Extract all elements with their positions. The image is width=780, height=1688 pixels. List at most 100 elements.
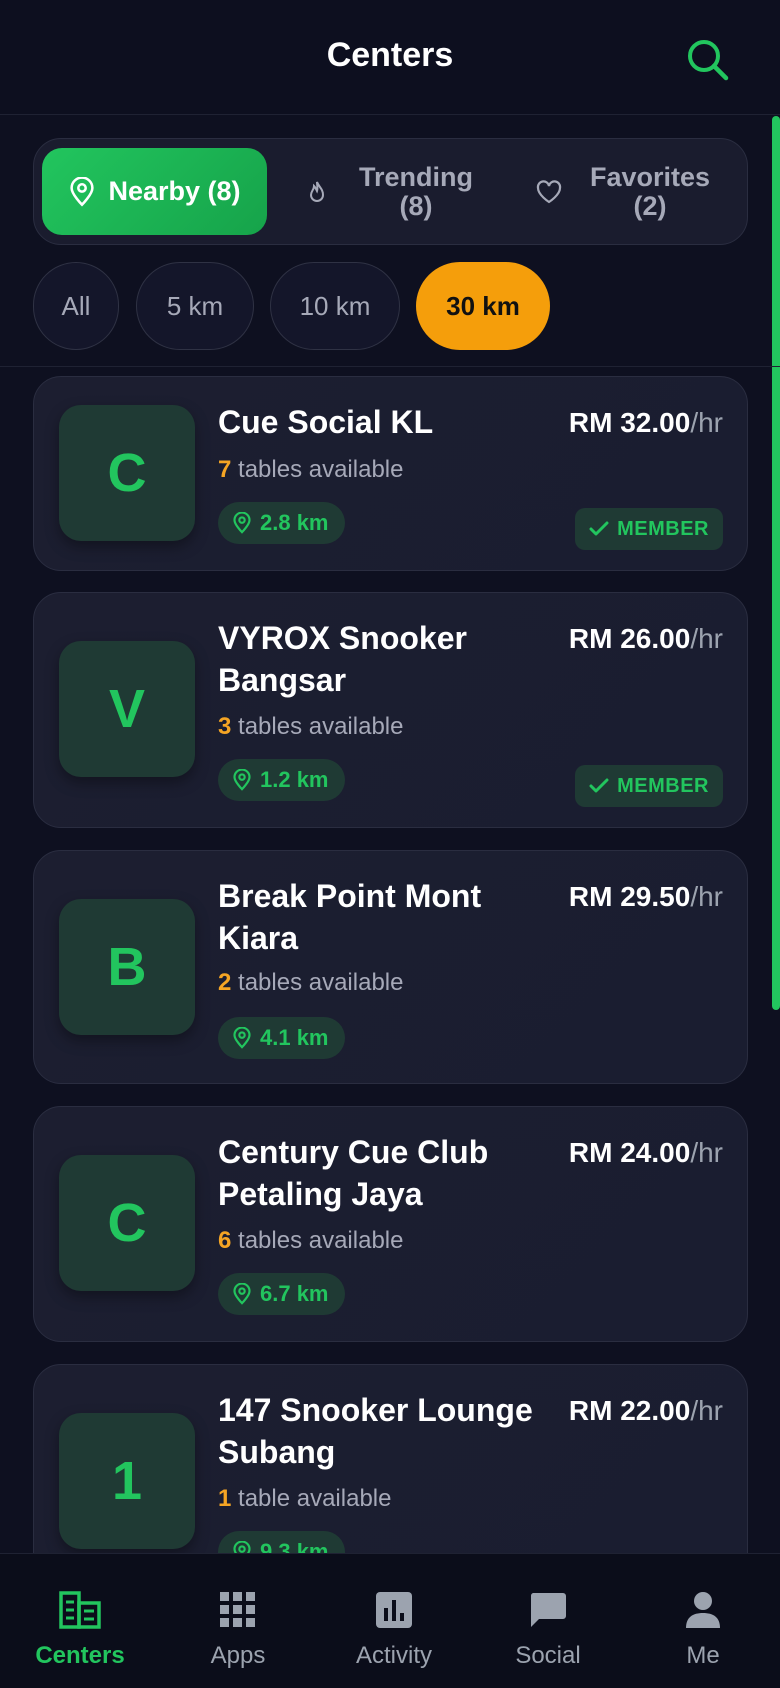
nav-apps-label: Apps [210, 1642, 266, 1669]
distance-badge: 1.2 km [218, 759, 345, 801]
tables-available: 2 tables available [218, 969, 403, 997]
distance-value: 1.2 km [260, 767, 329, 792]
location-pin-icon [233, 1283, 251, 1305]
search-button[interactable] [684, 36, 732, 84]
distance-badge: 9.3 km [218, 1531, 345, 1553]
member-badge: MEMBER [575, 508, 723, 550]
filter-10km[interactable]: 10 km [270, 262, 400, 350]
person-icon [686, 1592, 720, 1628]
tables-available: 3 tables available [218, 713, 403, 741]
tables-count: 3 [218, 713, 232, 740]
center-list: C Cue Social KL RM 32.00/hr 7 tables ava… [0, 367, 780, 1553]
bar-chart-icon [376, 1592, 412, 1628]
price-unit: /hr [690, 881, 723, 912]
distance-value: 2.8 km [260, 510, 329, 535]
tables-count: 2 [218, 969, 232, 996]
price-unit: /hr [690, 1395, 723, 1426]
center-price: RM 24.00/hr [569, 1137, 723, 1169]
center-card[interactable]: 1 147 Snooker Lounge Subang RM 22.00/hr … [33, 1364, 748, 1553]
center-price: RM 32.00/hr [569, 407, 723, 439]
tab-favorites-label: Favorites (2) [589, 162, 711, 221]
price-amount: RM 29.50 [568, 881, 691, 912]
distance-value: 9.3 km [260, 1539, 329, 1553]
member-badge: MEMBER [575, 765, 723, 807]
location-pin-icon [233, 1027, 251, 1049]
filter-30km[interactable]: 30 km [416, 262, 550, 350]
tables-available: 7 tables available [218, 456, 403, 484]
center-card[interactable]: C Cue Social KL RM 32.00/hr 7 tables ava… [33, 376, 748, 571]
price-amount: RM 24.00 [568, 1137, 691, 1168]
flame-icon [309, 181, 325, 202]
price-amount: RM 26.00 [568, 623, 691, 654]
page-title: Centers [326, 36, 454, 74]
tables-count: 7 [218, 456, 232, 483]
center-name: Century Cue Club Petaling Jaya [218, 1134, 489, 1212]
center-name: Break Point Mont Kiara [218, 878, 482, 956]
location-pin-icon [233, 512, 251, 534]
nav-activity-label: Activity [355, 1642, 432, 1669]
building-icon [59, 1591, 101, 1629]
nav-apps[interactable]: Apps [178, 1554, 298, 1688]
price-amount: RM 32.00 [568, 407, 691, 438]
search-icon [688, 40, 729, 81]
checkmark-icon [589, 778, 609, 793]
tab-nearby[interactable]: Nearby (8) [42, 148, 267, 235]
distance-badge: 4.1 km [218, 1017, 345, 1059]
center-avatar: B [59, 899, 195, 1035]
member-label: MEMBER [617, 774, 709, 797]
nav-centers[interactable]: Centers [20, 1554, 140, 1688]
location-pin-icon [233, 1541, 251, 1553]
top-bar: Centers [0, 0, 780, 115]
center-card[interactable]: V VYROX Snooker Bangsar RM 26.00/hr 3 ta… [33, 592, 748, 828]
tables-available: 6 tables available [218, 1227, 403, 1255]
tab-favorites[interactable]: Favorites (2) [514, 148, 736, 235]
tables-text: tables available [231, 713, 404, 740]
center-avatar: C [59, 405, 195, 541]
tables-text: table available [231, 1485, 392, 1512]
center-name: VYROX Snooker Bangsar [218, 620, 467, 698]
filter-all[interactable]: All [33, 262, 119, 350]
heart-icon [536, 179, 562, 203]
distance-badge: 6.7 km [218, 1273, 345, 1315]
tables-text: tables available [231, 1227, 404, 1254]
member-label: MEMBER [617, 517, 709, 540]
tables-text: tables available [231, 456, 404, 483]
center-price: RM 26.00/hr [569, 623, 723, 655]
center-price: RM 29.50/hr [569, 881, 723, 913]
nav-me[interactable]: Me [643, 1554, 763, 1688]
center-avatar: V [59, 641, 195, 777]
nav-social-label: Social [515, 1642, 581, 1669]
price-unit: /hr [690, 407, 723, 438]
price-amount: RM 22.00 [568, 1395, 691, 1426]
tables-available: 1 table available [218, 1485, 391, 1513]
nav-me-label: Me [686, 1642, 720, 1669]
price-unit: /hr [690, 623, 723, 654]
nav-centers-label: Centers [35, 1642, 125, 1669]
chat-bubble-icon [530, 1593, 566, 1627]
center-price: RM 22.00/hr [569, 1395, 723, 1427]
center-name: Cue Social KL [218, 404, 434, 440]
center-card[interactable]: B Break Point Mont Kiara RM 29.50/hr 2 t… [33, 850, 748, 1084]
tab-nearby-label: Nearby (8) [108, 176, 241, 207]
distance-value: 4.1 km [260, 1025, 329, 1050]
tables-text: tables available [231, 969, 404, 996]
nav-activity[interactable]: Activity [334, 1554, 454, 1688]
segment-tabs: Nearby (8) Trending (8) Favorites (2) [33, 138, 748, 245]
tables-count: 1 [218, 1485, 232, 1512]
nav-social[interactable]: Social [488, 1554, 608, 1688]
grid-icon [220, 1592, 255, 1627]
center-avatar: 1 [59, 1413, 195, 1549]
tab-trending-label: Trending (8) [359, 162, 473, 221]
center-card[interactable]: C Century Cue Club Petaling Jaya RM 24.0… [33, 1106, 748, 1342]
filter-5km[interactable]: 5 km [136, 262, 254, 350]
distance-badge: 2.8 km [218, 502, 345, 544]
checkmark-icon [589, 521, 609, 536]
distance-value: 6.7 km [260, 1281, 329, 1306]
price-unit: /hr [690, 1137, 723, 1168]
center-name: 147 Snooker Lounge Subang [218, 1392, 533, 1470]
location-pin-icon [233, 769, 251, 791]
tab-trending[interactable]: Trending (8) [289, 148, 499, 235]
location-pin-icon [70, 176, 95, 206]
tables-count: 6 [218, 1227, 232, 1254]
center-avatar: C [59, 1155, 195, 1291]
